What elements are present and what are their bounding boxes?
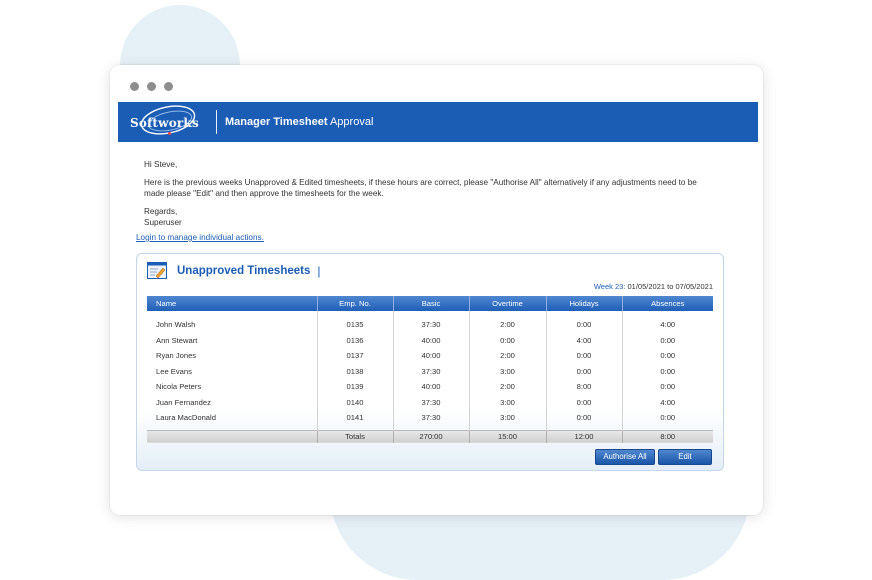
authorise-all-button[interactable]: Authorise All [595, 449, 655, 465]
cell-absences: 4:00 [660, 397, 676, 407]
cell-holidays: 0:00 [546, 410, 623, 430]
cell-emp-no: 0136 [317, 332, 394, 348]
cell-holidays: 8:00 [546, 379, 623, 395]
cell-name: Laura MacDonald [147, 410, 318, 430]
cell-overtime: 0:00 [469, 332, 547, 348]
cell-basic: 40:00 [393, 348, 470, 364]
week-dates: 01/05/2021 to 07/05/2021 [627, 282, 714, 291]
timesheet-panel: Unapproved Timesheets | Week 23: 01/05/2… [136, 253, 724, 471]
logo-text: Softworks [130, 116, 199, 130]
cell-basic: 37:30 [393, 410, 470, 430]
window-dot-2[interactable] [147, 82, 156, 91]
column-header-basic[interactable]: Basic [393, 296, 470, 311]
window-dot-3[interactable] [164, 82, 173, 91]
table-row: Lee Evans 0138 37:30 3:00 0:00 0:00 [147, 363, 713, 379]
cell-emp-no: 0138 [317, 363, 394, 379]
cell-emp-no: 0139 [317, 379, 394, 395]
header-banner: Softworks Manager Timesheet Approval [118, 102, 758, 142]
cell-basic: 37:30 [393, 394, 470, 410]
message-text: Here is the previous weeks Unapproved & … [144, 178, 697, 198]
cell-overtime: 3:00 [469, 410, 547, 430]
banner-divider [216, 110, 217, 134]
table-row: Ann Stewart 0136 40:00 0:00 4:00 0:00 [147, 332, 713, 348]
panel-title-bar: | [317, 263, 321, 278]
table-row: Juan Fernandez 0140 37:30 3:00 0:00 4:00 [147, 394, 713, 410]
greeting: Hi Steve, [144, 160, 178, 169]
logo-dot [168, 132, 171, 135]
cell-absences: 0:00 [660, 413, 676, 423]
cell-holidays: 0:00 [546, 363, 623, 379]
week-label: Week 23: [593, 282, 626, 291]
cell-name: Lee Evans [147, 363, 318, 379]
table-row: John Walsh 0135 37:30 2:00 0:00 4:00 [147, 317, 713, 333]
totals-row: Totals 270:00 15:00 12:00 8:00 [147, 429, 713, 443]
action-buttons: Authorise All Edit [595, 449, 712, 465]
signature: Superuser [144, 218, 182, 227]
cell-absences: 0:00 [660, 351, 676, 361]
cell-name: Nicola Peters [147, 379, 318, 395]
cell-emp-no: 0141 [317, 410, 394, 430]
cell-name: Ann Stewart [147, 332, 318, 348]
banner-title: Manager Timesheet Approval [225, 116, 373, 128]
window-controls [130, 82, 173, 91]
panel-title: Unapproved Timesheets [177, 264, 311, 277]
cell-overtime: 2:00 [469, 317, 547, 333]
column-header-absences[interactable]: Absences [622, 296, 713, 311]
totals-overtime: 15:00 [469, 429, 547, 443]
totals-absences: 8:00 [622, 429, 713, 443]
cell-absences: 0:00 [660, 382, 676, 392]
banner-title-bold: Manager Timesheet [225, 116, 328, 128]
cell-basic: 37:30 [393, 317, 470, 333]
totals-label: Totals [317, 429, 394, 443]
cell-holidays: 4:00 [546, 332, 623, 348]
table-row: Ryan Jones 0137 40:00 2:00 0:00 0:00 [147, 348, 713, 364]
column-header-emp-no[interactable]: Emp. No. [317, 296, 394, 311]
panel-header: Unapproved Timesheets | [147, 262, 320, 279]
timesheet-table: Name Emp. No. Basic Overtime Holidays Ab… [147, 296, 713, 443]
cell-name: Juan Fernandez [147, 394, 318, 410]
edit-button[interactable]: Edit [658, 449, 712, 465]
table-row: Nicola Peters 0139 40:00 2:00 8:00 0:00 [147, 379, 713, 395]
login-link[interactable]: Login to manage individual actions. [136, 233, 264, 242]
cell-absences: 0:00 [660, 335, 676, 345]
column-header-name[interactable]: Name [147, 296, 318, 311]
table-row: Laura MacDonald 0141 37:30 3:00 0:00 0:0… [147, 410, 713, 430]
cell-basic: 40:00 [393, 332, 470, 348]
table-header-row: Name Emp. No. Basic Overtime Holidays Ab… [147, 296, 713, 311]
cell-overtime: 3:00 [469, 363, 547, 379]
totals-blank [147, 429, 318, 443]
regards: Regards, [144, 207, 178, 216]
week-range: Week 23: 01/05/2021 to 07/05/2021 [594, 282, 713, 291]
cell-basic: 40:00 [393, 379, 470, 395]
cell-emp-no: 0137 [317, 348, 394, 364]
cell-basic: 37:30 [393, 363, 470, 379]
email-window: Softworks Manager Timesheet Approval Hi … [110, 65, 763, 515]
softworks-logo: Softworks [128, 103, 210, 141]
cell-overtime: 3:00 [469, 394, 547, 410]
cell-name: Ryan Jones [147, 348, 318, 364]
totals-basic: 270:00 [393, 429, 470, 443]
cell-holidays: 0:00 [546, 348, 623, 364]
cell-name: John Walsh [147, 317, 318, 333]
cell-absences: 4:00 [660, 320, 676, 330]
email-body: Hi Steve, Here is the previous weeks Una… [144, 159, 714, 235]
cell-holidays: 0:00 [546, 394, 623, 410]
cell-emp-no: 0140 [317, 394, 394, 410]
cell-overtime: 2:00 [469, 348, 547, 364]
cell-emp-no: 0135 [317, 317, 394, 333]
window-dot-1[interactable] [130, 82, 139, 91]
cell-holidays: 0:00 [546, 317, 623, 333]
timesheet-edit-icon [147, 262, 167, 279]
cell-overtime: 2:00 [469, 379, 547, 395]
column-header-overtime[interactable]: Overtime [469, 296, 547, 311]
column-header-holidays[interactable]: Holidays [546, 296, 623, 311]
banner-title-rest: Approval [329, 116, 374, 128]
cell-absences: 0:00 [660, 366, 676, 376]
totals-holidays: 12:00 [546, 429, 623, 443]
